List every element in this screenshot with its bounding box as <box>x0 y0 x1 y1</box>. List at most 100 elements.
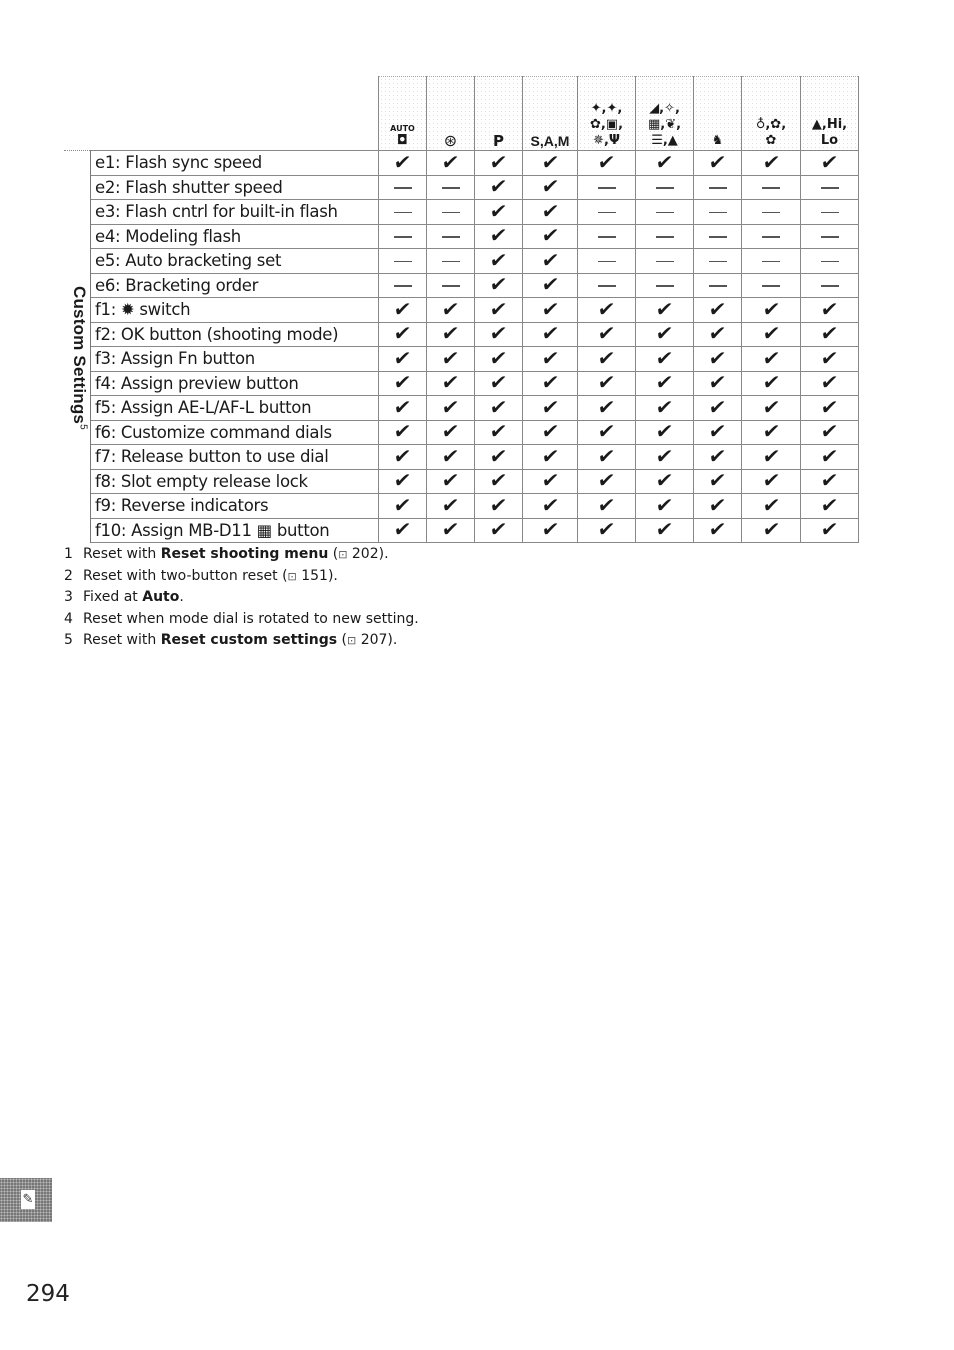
cell-sam: ✔ <box>522 419 578 445</box>
cell-pet <box>693 199 742 225</box>
cell-scene2: ✔ <box>635 395 694 421</box>
col-header-scene-group-3: ♁,✿, ✿ <box>741 76 801 151</box>
col-header-scene-group-1: ✦,✦, ✿,▣, ✵,Ψ <box>577 76 636 151</box>
check-icon: ✔ <box>488 468 509 493</box>
setting-name: f7: Release button to use dial <box>90 444 379 470</box>
cell-p: ✔ <box>474 272 523 298</box>
check-icon: ✔ <box>392 394 413 419</box>
section-tab[interactable]: ✎ <box>0 1178 52 1222</box>
check-icon: ✔ <box>539 443 561 468</box>
check-icon: ✔ <box>539 223 561 248</box>
dash-icon <box>708 260 727 262</box>
cell-auto: ✔ <box>378 468 427 494</box>
check-icon: ✔ <box>392 443 413 468</box>
cell-scene1: ✔ <box>577 443 636 470</box>
cell-flash-off: ✔ <box>426 370 475 396</box>
dash-icon <box>655 260 674 262</box>
dash-icon <box>762 285 780 287</box>
setting-name: f6: Customize command dials <box>90 420 379 445</box>
check-icon: ✔ <box>440 149 461 174</box>
cell-scene2: ✔ <box>635 321 694 347</box>
check-icon: ✔ <box>539 468 561 493</box>
cell-scene1: ✔ <box>577 517 636 543</box>
dash-icon <box>708 236 727 238</box>
table-row: f2: OK button (shooting mode) ✔ ✔ ✔ ✔ ✔ ✔ ✔ ✔ ✔ <box>64 321 859 347</box>
footnote-5: 5 Reset with Reset custom settings (⊡ 207… <box>64 630 419 652</box>
party-food-icon: ✵,Ψ <box>593 133 620 148</box>
cell-flash-off: ✔ <box>426 149 475 176</box>
cell-sam: ✔ <box>522 345 578 372</box>
footnote-1: 1 Reset with Reset shooting menu (⊡ 202). <box>64 544 419 566</box>
check-icon: ✔ <box>488 321 509 346</box>
check-icon: ✔ <box>488 370 509 395</box>
footnote-text: Reset with <box>83 546 161 562</box>
check-icon: ✔ <box>539 394 561 419</box>
cell-auto: ✔ <box>378 394 427 421</box>
dash-icon <box>597 187 616 189</box>
footnote-text: ( <box>328 546 339 562</box>
check-icon: ✔ <box>654 419 675 444</box>
cell-auto: ✔ <box>378 419 427 445</box>
cell-scene2: ✔ <box>635 296 694 323</box>
dash-icon <box>393 285 412 287</box>
check-icon: ✔ <box>392 321 413 346</box>
check-icon: ✔ <box>654 492 675 517</box>
footnote-4: 4 Reset when mode dial is rotated to new … <box>64 609 419 631</box>
check-icon: ✔ <box>760 370 782 395</box>
table-row: f5: Assign AE-L/AF-L button ✔ ✔ ✔ ✔ ✔ ✔ ✔ ✔ ✔ <box>64 394 859 421</box>
setting-name: f8: Slot empty release lock <box>90 469 379 494</box>
check-icon: ✔ <box>596 517 617 542</box>
cell-scene1: ✔ <box>577 370 636 396</box>
table-row: e3: Flash cntrl for built-in flash ✔ ✔ <box>64 198 859 225</box>
page-reference-link[interactable]: 202 <box>352 546 379 562</box>
footnote-text: Reset when mode dial is rotated to new s… <box>83 610 419 627</box>
footnote-number: 1 <box>64 546 73 562</box>
table-row: f4: Assign preview button ✔ ✔ ✔ ✔ ✔ ✔ ✔ ✔ ✔ <box>64 370 859 396</box>
setting-name: f1: ✹ switch <box>90 297 379 323</box>
book-icon: ⊡ <box>287 569 297 583</box>
cell-flash-off: ✔ <box>426 443 475 470</box>
setting-name: f4: Assign preview button <box>90 371 379 396</box>
cell-p: ✔ <box>474 395 523 421</box>
check-icon: ✔ <box>654 296 675 321</box>
check-icon: ✔ <box>707 296 728 321</box>
check-icon: ✔ <box>654 321 675 346</box>
cell-scene4: ✔ <box>800 346 859 372</box>
check-icon: ✔ <box>539 345 561 370</box>
cell-flash-off <box>426 224 475 249</box>
footnote-text: ). <box>327 567 338 584</box>
check-icon: ✔ <box>760 149 782 174</box>
footnote-number: 4 <box>64 610 73 627</box>
page-reference-link[interactable]: 151 <box>301 568 328 584</box>
check-icon: ✔ <box>707 394 728 419</box>
dash-icon <box>820 187 839 189</box>
check-icon: ✔ <box>596 443 617 468</box>
check-icon: ✔ <box>819 149 840 174</box>
page-reference-link[interactable]: 207 <box>361 632 388 648</box>
cell-flash-off <box>426 273 475 298</box>
dash-icon <box>762 211 780 213</box>
cell-scene3: ✔ <box>741 395 801 421</box>
cell-flash-off <box>426 175 475 200</box>
cell-pet: ✔ <box>693 346 742 372</box>
check-icon: ✔ <box>539 517 561 542</box>
check-icon: ✔ <box>440 443 461 468</box>
dash-icon <box>655 285 674 287</box>
setting-name: e5: Auto bracketing set <box>90 248 379 274</box>
check-icon: ✔ <box>392 370 413 395</box>
cell-scene2 <box>635 273 694 298</box>
cell-scene2: ✔ <box>635 517 694 543</box>
cell-scene4: ✔ <box>800 370 859 396</box>
cell-auto <box>378 248 427 274</box>
check-icon: ✔ <box>819 517 840 542</box>
check-icon: ✔ <box>539 247 561 272</box>
dash-icon <box>441 260 460 262</box>
footnote-bold: Reset shooting menu <box>160 546 329 562</box>
cell-scene4: ✔ <box>800 419 859 445</box>
table-row: e5: Auto bracketing set ✔ ✔ <box>64 247 859 274</box>
cell-scene4: ✔ <box>800 444 859 470</box>
check-icon: ✔ <box>596 370 617 395</box>
check-icon: ✔ <box>488 198 509 223</box>
low-key-icon: Lo <box>820 133 839 148</box>
cell-scene2 <box>635 224 694 249</box>
